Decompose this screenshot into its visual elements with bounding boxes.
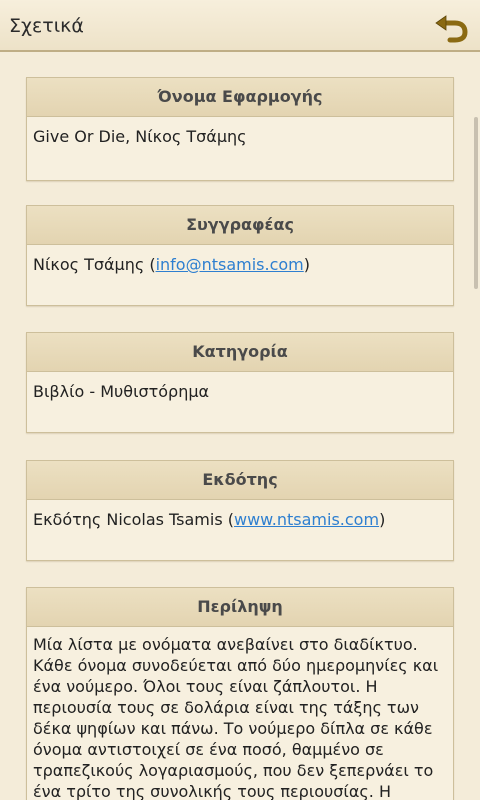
back-arrow-icon (435, 15, 468, 43)
author-suffix: ) (303, 255, 311, 274)
summary-card: Περίληψη Μία λίστα με ονόματα ανεβαίνει … (26, 587, 454, 800)
app-name-value: Give Or Die, Νίκος Τσάμης (33, 127, 247, 146)
author-card: Συγγραφέας Νίκος Τσάμης (info@ntsamis.co… (26, 205, 454, 306)
summary-text: Μία λίστα με ονόματα ανεβαίνει στο διαδί… (33, 635, 439, 800)
category-value: Βιβλίο - Μυθιστόρημα (33, 382, 210, 401)
back-button[interactable] (432, 8, 470, 44)
page-title: Σχετικά (9, 15, 84, 37)
publisher-website-link[interactable]: www.ntsamis.com (234, 510, 379, 529)
author-value: Νίκος Τσάμης (info@ntsamis.com) (27, 245, 453, 276)
publisher-name: Εκδότης Nicolas Tsamis ( (33, 510, 234, 529)
scrollbar[interactable] (474, 117, 478, 289)
app-name-card: Όνομα Εφαρμογής Give Or Die, Νίκος Τσάμη… (26, 77, 454, 181)
category-card: Κατηγορία Βιβλίο - Μυθιστόρημα (26, 332, 454, 433)
publisher-card: Εκδότης Εκδότης Nicolas Tsamis (www.ntsa… (26, 460, 454, 561)
author-name: Νίκος Τσάμης ( (33, 255, 156, 274)
category-header: Κατηγορία (27, 333, 453, 372)
about-content[interactable]: Όνομα Εφαρμογής Give Or Die, Νίκος Τσάμη… (0, 52, 480, 800)
app-name-header: Όνομα Εφαρμογής (27, 78, 453, 117)
publisher-header: Εκδότης (27, 461, 453, 500)
app-bar: Σχετικά (0, 0, 480, 52)
summary-header: Περίληψη (27, 588, 453, 627)
author-header: Συγγραφέας (27, 206, 453, 245)
publisher-value: Εκδότης Nicolas Tsamis (www.ntsamis.com) (27, 500, 453, 531)
publisher-suffix: ) (379, 510, 386, 529)
author-email-link[interactable]: info@ntsamis.com (156, 255, 304, 274)
